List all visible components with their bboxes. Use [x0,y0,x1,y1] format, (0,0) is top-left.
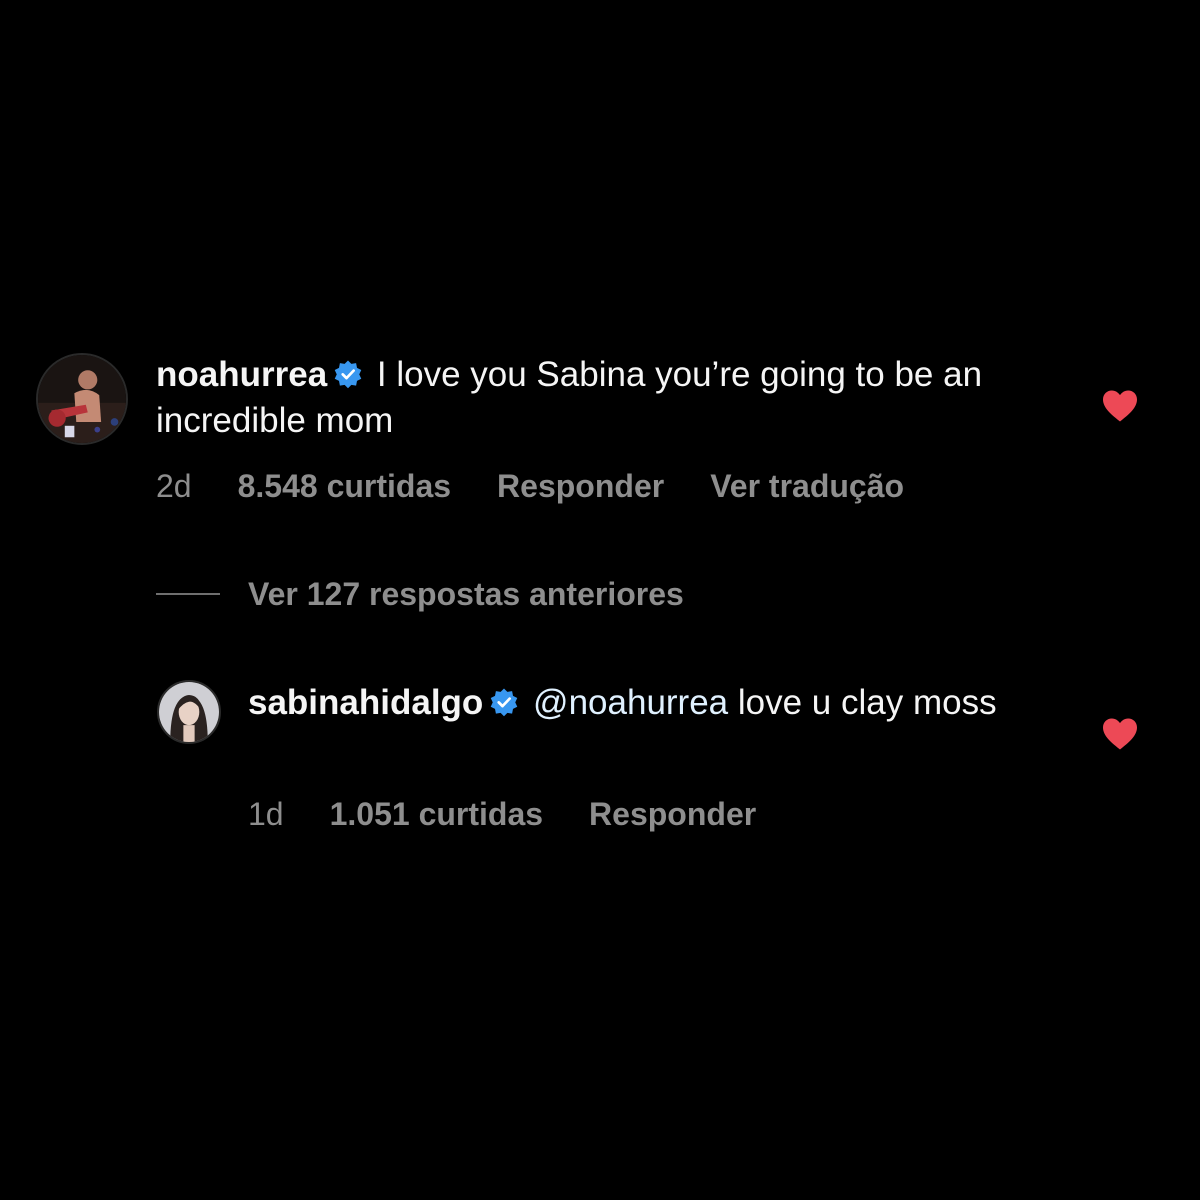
reply-text: love u clay moss [728,683,997,722]
comment-likes-link[interactable]: 8.548 curtidas [238,468,451,504]
reply-meta: 1d 1.051 curtidas Responder [248,796,802,833]
view-replies-label: Ver 127 respostas anteriores [248,575,684,612]
comment-reply-button[interactable]: Responder [497,468,664,504]
heart-filled-icon [1103,390,1137,422]
comment-like-button[interactable] [1101,389,1139,423]
comment-time: 2d [156,468,192,504]
reply-body: sabinahidalgo @noahurrea love u clay mos… [248,680,1048,726]
reply-time: 1d [248,796,284,832]
reply-avatar-photo [159,682,219,742]
reply-reply-button[interactable]: Responder [589,796,756,832]
verified-badge-icon [333,359,363,389]
reply-mention-link[interactable]: @noahurrea [533,683,728,722]
comment-meta: 2d 8.548 curtidas Responder Ver tradução [156,468,950,505]
verified-badge-icon [489,687,519,717]
reply-avatar[interactable] [157,680,221,744]
reply-like-button[interactable] [1101,717,1139,751]
view-previous-replies-button[interactable]: Ver 127 respostas anteriores [156,574,684,614]
comment-username[interactable]: noahurrea [156,355,327,394]
divider-line [156,593,220,595]
reply-likes-link[interactable]: 1.051 curtidas [330,796,543,832]
heart-filled-icon [1103,718,1137,750]
comment-translate-button[interactable]: Ver tradução [710,468,904,504]
avatar-photo [38,355,126,443]
avatar[interactable] [36,353,128,445]
reply-username[interactable]: sabinahidalgo [248,683,483,722]
comment-body: noahurrea I love you Sabina you’re going… [156,352,1036,444]
